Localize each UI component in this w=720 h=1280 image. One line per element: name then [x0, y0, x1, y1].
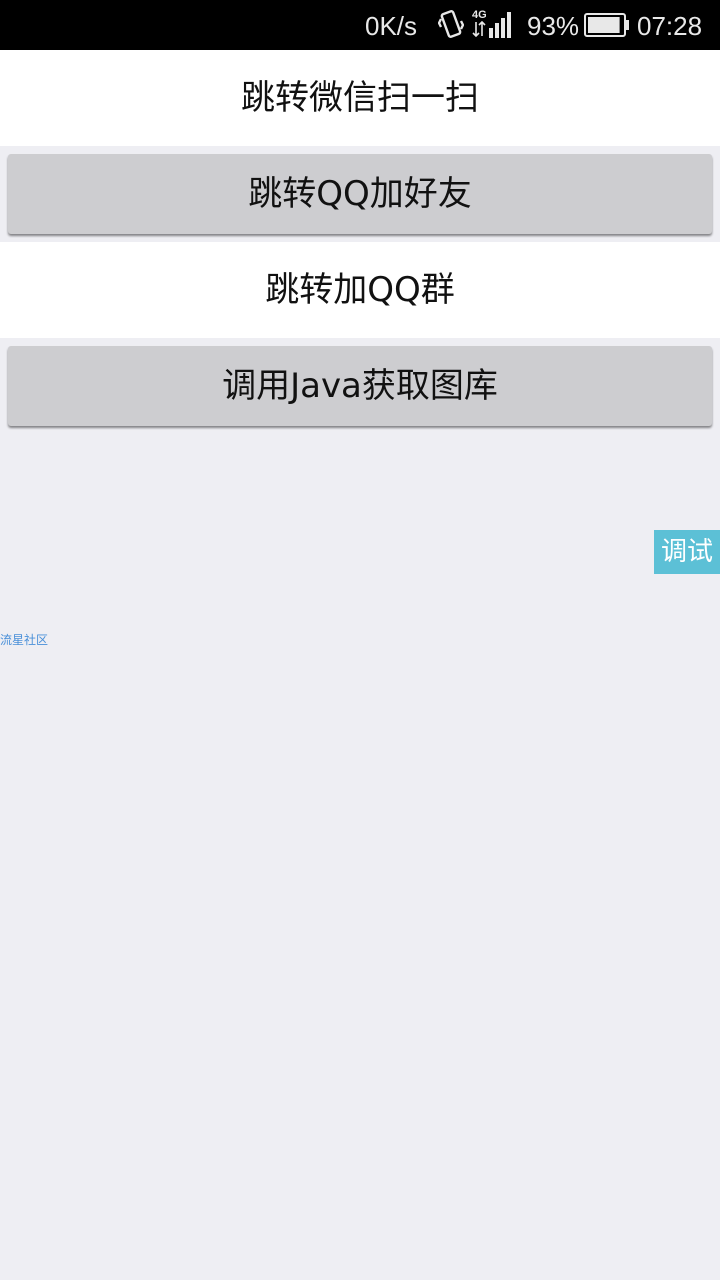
wechat-scan-button[interactable]: 跳转微信扫一扫	[0, 50, 720, 146]
clock: 07:28	[637, 11, 703, 41]
vibrate-icon	[438, 10, 464, 38]
qq-join-group-button[interactable]: 跳转加QQ群	[0, 242, 720, 338]
debug-button[interactable]: 调试	[654, 530, 720, 574]
network-type-label: 4G	[472, 9, 487, 21]
java-gallery-button[interactable]: 调用Java获取图库	[8, 346, 712, 426]
network-speed: 0K/s	[365, 11, 418, 41]
watermark: 流星社区	[0, 633, 49, 647]
status-bar: 0K/s 4G 93% 07:28	[0, 0, 720, 50]
qq-add-friend-button[interactable]: 跳转QQ加好友	[8, 154, 712, 234]
battery-percent: 93%	[527, 11, 580, 41]
battery-icon	[584, 13, 629, 37]
signal-icon: 4G	[472, 9, 511, 38]
